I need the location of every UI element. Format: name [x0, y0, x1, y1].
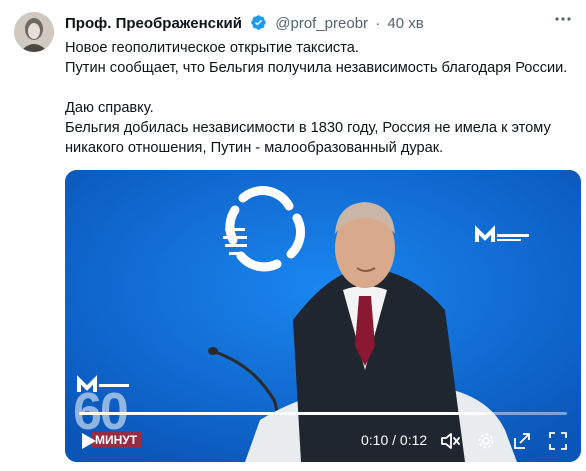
tweet-text-line: никакого отношения, Путин - малообразова…: [65, 140, 444, 156]
separator-dot: ·: [375, 15, 381, 32]
author-name[interactable]: Проф. Преображенский: [65, 15, 242, 32]
tweet-text-line: Бельгия добилась независимости в 1830 го…: [65, 120, 551, 136]
video-player[interactable]: 60 МИНУТ 0:10 / 0:12: [65, 170, 581, 462]
more-dots-icon[interactable]: [554, 10, 572, 33]
video-controls: 0:10 / 0:12: [65, 406, 581, 462]
current-time: 0:10: [361, 432, 389, 448]
tweet-text-line: Даю справку.: [65, 100, 154, 116]
duration: 0:12: [399, 432, 428, 448]
mute-icon[interactable]: [439, 430, 461, 452]
progress-bar[interactable]: [79, 412, 567, 415]
tweet-text-line: Новое геополитическое открытие таксиста.: [65, 40, 359, 56]
verified-badge-icon: [250, 14, 267, 35]
time-separator: /: [392, 432, 397, 448]
time-readout: 0:10 / 0:12: [361, 432, 427, 448]
settings-icon[interactable]: [475, 430, 497, 452]
tweet-header: Проф. Преображенский @prof_preobr · 40 х…: [65, 14, 424, 34]
avatar[interactable]: [14, 12, 54, 52]
tweet[interactable]: Проф. Преображенский @prof_preobr · 40 х…: [0, 0, 586, 471]
expand-icon[interactable]: [511, 430, 533, 452]
tweet-text: Новое геополитическое открытие таксиста.…: [65, 38, 580, 158]
play-icon[interactable]: [77, 430, 99, 452]
author-handle[interactable]: @prof_preobr: [275, 15, 368, 32]
fullscreen-icon[interactable]: [547, 430, 569, 452]
tweet-text-line: Путин сообщает, что Бельгия получила нез…: [65, 60, 568, 76]
tweet-timestamp[interactable]: 40 хв: [387, 15, 423, 32]
progress-fill: [79, 412, 486, 415]
